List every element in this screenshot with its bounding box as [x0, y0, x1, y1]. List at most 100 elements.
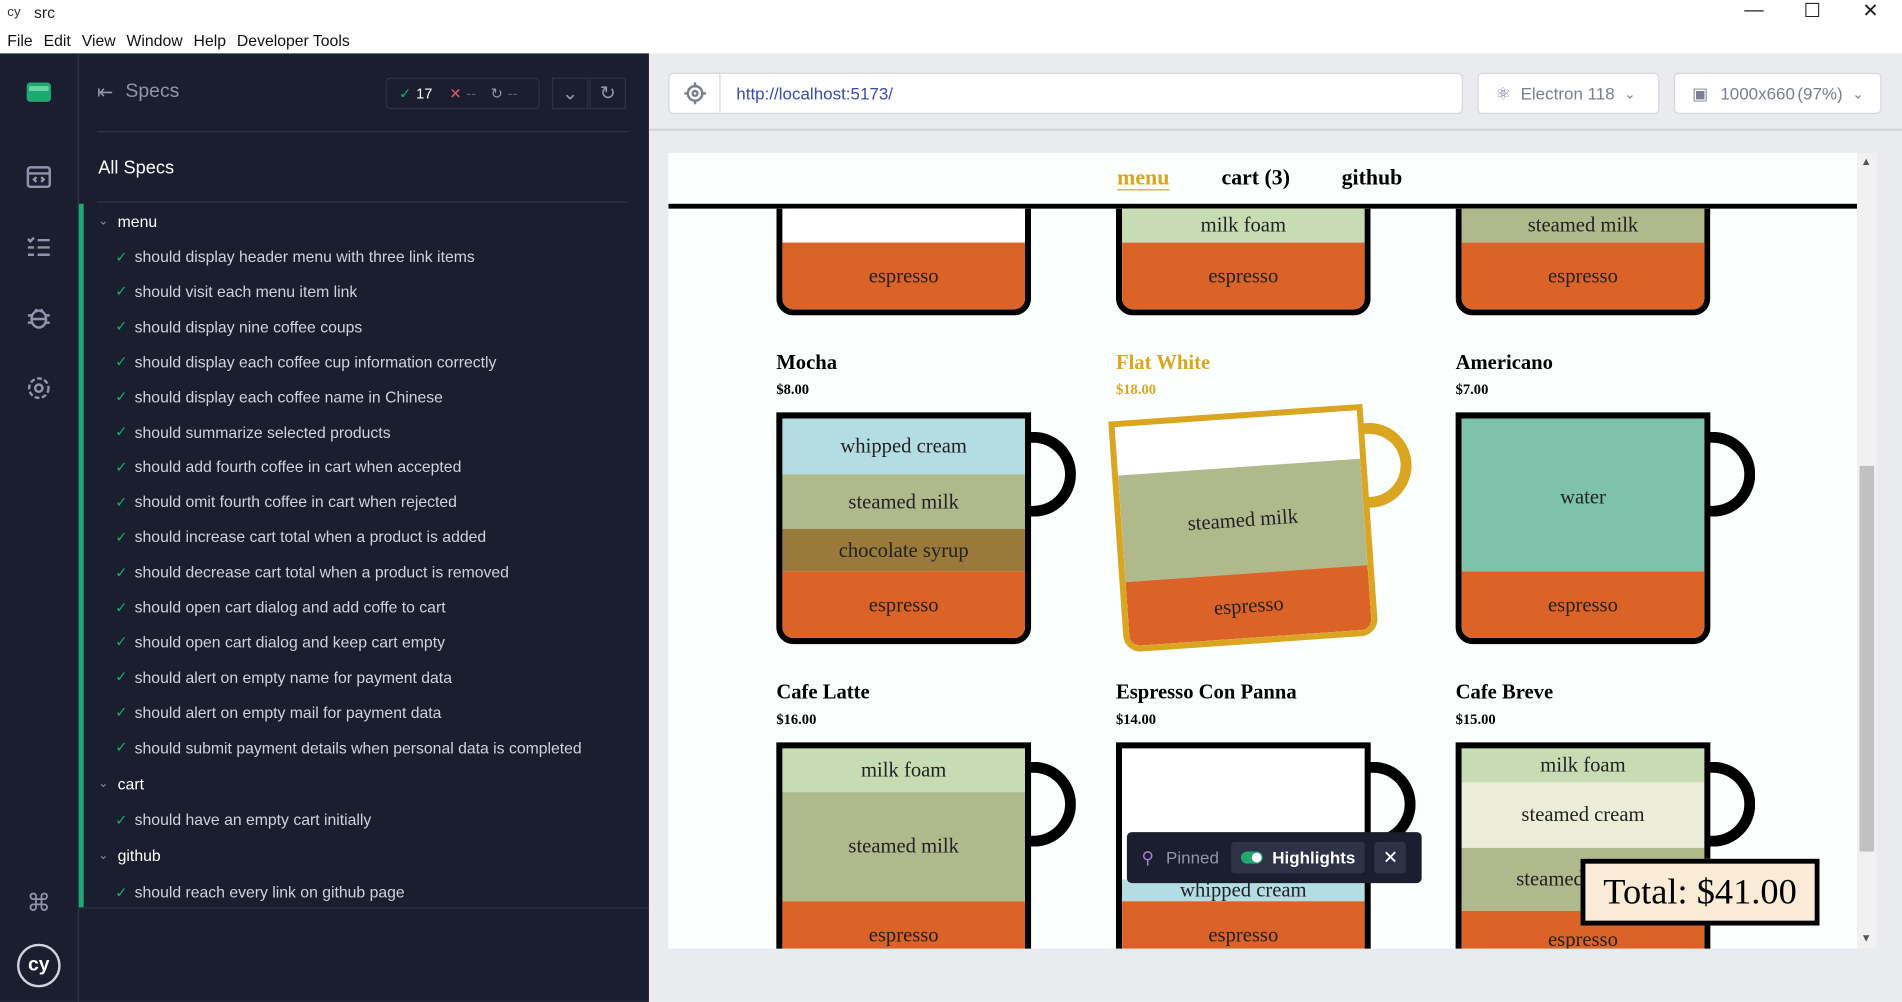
test-item[interactable]: ✓ should reach every link on github page: [115, 883, 404, 901]
rerun-button[interactable]: ↻: [589, 77, 626, 110]
test-label: should alert on empty mail for payment d…: [134, 703, 442, 722]
suite-label: github: [117, 846, 161, 865]
cup-layer: espresso: [1461, 571, 1705, 639]
menu-developer-tools[interactable]: Developer Tools: [237, 31, 350, 49]
cup-layer: steamed milk: [782, 792, 1025, 902]
coffee-cup: steamed milk espresso: [1455, 208, 1711, 316]
test-item[interactable]: ✓ should decrease cart total when a produ…: [115, 563, 509, 581]
sidebar-nav: ⌘ cy: [0, 53, 79, 1002]
test-item[interactable]: ✓ should open cart dialog and keep cart e…: [115, 633, 445, 651]
test-item[interactable]: ✓ should alert on empty mail for payment …: [115, 703, 441, 721]
coffee-cup-mocha[interactable]: whipped cream steamed milk chocolate syr…: [776, 412, 1032, 645]
cup-layer: whipped cream: [782, 418, 1025, 475]
keyboard-shortcuts-icon[interactable]: ⌘: [22, 885, 56, 919]
coffee-cup: espresso: [776, 208, 1032, 316]
suite-github[interactable]: ⌄ github: [98, 847, 160, 865]
check-icon: ✓: [115, 423, 128, 441]
cup-layer: milk foam: [1461, 748, 1705, 783]
browser-label: Electron 118: [1520, 83, 1615, 104]
app-nav: menu cart (3) github: [668, 153, 1857, 206]
coffee-cup-cafe-latte[interactable]: milk foam steamed milk espresso: [776, 742, 1032, 949]
test-item[interactable]: ✓ should open cart dialog and add coffe t…: [115, 598, 445, 616]
specs-header[interactable]: ⇤ Specs: [97, 80, 179, 104]
coffee-cup-americano[interactable]: water espresso: [1455, 412, 1711, 645]
test-item[interactable]: ✓ should display header menu with three l…: [115, 247, 475, 265]
menu-help[interactable]: Help: [194, 31, 226, 49]
close-pinned-button[interactable]: ✕: [1374, 841, 1407, 874]
settings-icon[interactable]: [22, 371, 56, 405]
test-item[interactable]: ✓ should have an empty cart initially: [115, 810, 371, 828]
pending-icon: ↻: [490, 84, 503, 102]
window-title: src: [33, 3, 56, 22]
check-icon: ✓: [115, 388, 128, 406]
failed-count: --: [466, 84, 477, 102]
menu-edit[interactable]: Edit: [44, 31, 71, 49]
scrollbar[interactable]: ▲ ▼: [1857, 152, 1877, 949]
suite-cart[interactable]: ⌄ cart: [98, 775, 144, 793]
product-name: Espresso Con Panna: [1115, 680, 1297, 704]
menu-view[interactable]: View: [82, 31, 116, 49]
debug-icon[interactable]: [22, 301, 56, 335]
nav-github-link[interactable]: github: [1342, 165, 1403, 190]
test-label: should decrease cart total when a produc…: [134, 562, 509, 582]
menu-file[interactable]: File: [7, 31, 32, 49]
product-price: $14.00: [1115, 710, 1156, 728]
test-item[interactable]: ✓ should add fourth coffee in cart when a…: [115, 458, 461, 476]
cup-layer: espresso: [782, 571, 1025, 639]
runs-icon[interactable]: [22, 230, 56, 264]
passed-count: 17: [416, 84, 433, 102]
product-name: Cafe Breve: [1455, 680, 1554, 704]
test-item[interactable]: ✓ should omit fourth coffee in cart when …: [115, 493, 457, 511]
specs-list-icon[interactable]: [22, 160, 56, 194]
suite-menu[interactable]: ⌄ menu: [98, 212, 157, 230]
cart-total[interactable]: Total: $41.00: [1580, 858, 1820, 926]
minimize-button[interactable]: —: [1730, 0, 1779, 22]
check-icon: ✓: [115, 528, 128, 546]
aut-panel: http://localhost:5173/ ⚛ Electron 118 ⌄ …: [648, 53, 1902, 1002]
nav-menu-link[interactable]: menu: [1117, 165, 1169, 190]
toggle-switch-icon[interactable]: [1240, 851, 1263, 864]
scroll-thumb[interactable]: [1859, 465, 1875, 852]
coffee-cup-flat-white-wrapper: steamed milk espresso: [1108, 400, 1427, 663]
scroll-up-arrow-icon[interactable]: ▲: [1861, 155, 1872, 167]
check-icon: ✓: [115, 810, 128, 828]
viewport-selector[interactable]: ▣ 1000x660 (97%) ⌄: [1673, 72, 1882, 115]
test-item[interactable]: ✓ should visit each menu item link: [115, 282, 357, 300]
cup-layer: espresso: [1122, 242, 1365, 310]
url-bar[interactable]: http://localhost:5173/: [668, 72, 1463, 115]
nav-cart-link[interactable]: cart (3): [1222, 165, 1290, 190]
collapse-all-button[interactable]: ⌄: [551, 77, 589, 110]
url-text[interactable]: http://localhost:5173/: [736, 84, 893, 103]
close-window-button[interactable]: ✕: [1846, 0, 1895, 22]
browser-selector[interactable]: ⚛ Electron 118 ⌄: [1477, 72, 1660, 115]
cup-layer: steamed cream: [1461, 782, 1705, 848]
cup-layer: milk foam: [782, 748, 1025, 793]
test-item[interactable]: ✓ should summarize selected products: [115, 423, 390, 441]
viewport-icon: ▣: [1692, 83, 1709, 103]
all-specs-label[interactable]: All Specs: [98, 158, 174, 179]
product-name: Flat White: [1115, 350, 1211, 374]
test-item[interactable]: ✓ should increase cart total when a produ…: [115, 528, 486, 546]
test-label: should add fourth coffee in cart when ac…: [134, 457, 462, 476]
project-icon[interactable]: [22, 75, 56, 109]
test-label: should increase cart total when a produc…: [134, 527, 487, 547]
test-item[interactable]: ✓ should submit payment details when pers…: [115, 738, 581, 756]
check-icon: ✓: [115, 703, 128, 721]
divider: [97, 131, 629, 133]
scroll-down-arrow-icon[interactable]: ▼: [1861, 932, 1872, 944]
test-item[interactable]: ✓ should display nine coffee coups: [115, 318, 362, 336]
test-item[interactable]: ✓ should alert on empty name for payment …: [115, 668, 452, 686]
cypress-logo-icon[interactable]: cy: [16, 943, 61, 988]
coffee-cup-flat-white[interactable]: steamed milk espresso: [1108, 403, 1379, 653]
highlights-toggle[interactable]: Highlights: [1231, 841, 1365, 874]
chevron-down-icon: ⌄: [98, 849, 109, 863]
toggle-specs-icon[interactable]: ⇤: [97, 80, 113, 104]
product-price: $8.00: [776, 380, 810, 398]
selector-playground-icon[interactable]: [670, 73, 721, 113]
test-item[interactable]: ✓ should display each coffee cup informat…: [115, 353, 496, 371]
menu-window[interactable]: Window: [127, 31, 183, 49]
test-label: should reach every link on github page: [134, 883, 405, 902]
maximize-button[interactable]: ☐: [1788, 0, 1837, 22]
test-item[interactable]: ✓ should display each coffee name in Chin…: [115, 388, 443, 406]
test-label: should open cart dialog and add coffe to…: [134, 598, 446, 617]
